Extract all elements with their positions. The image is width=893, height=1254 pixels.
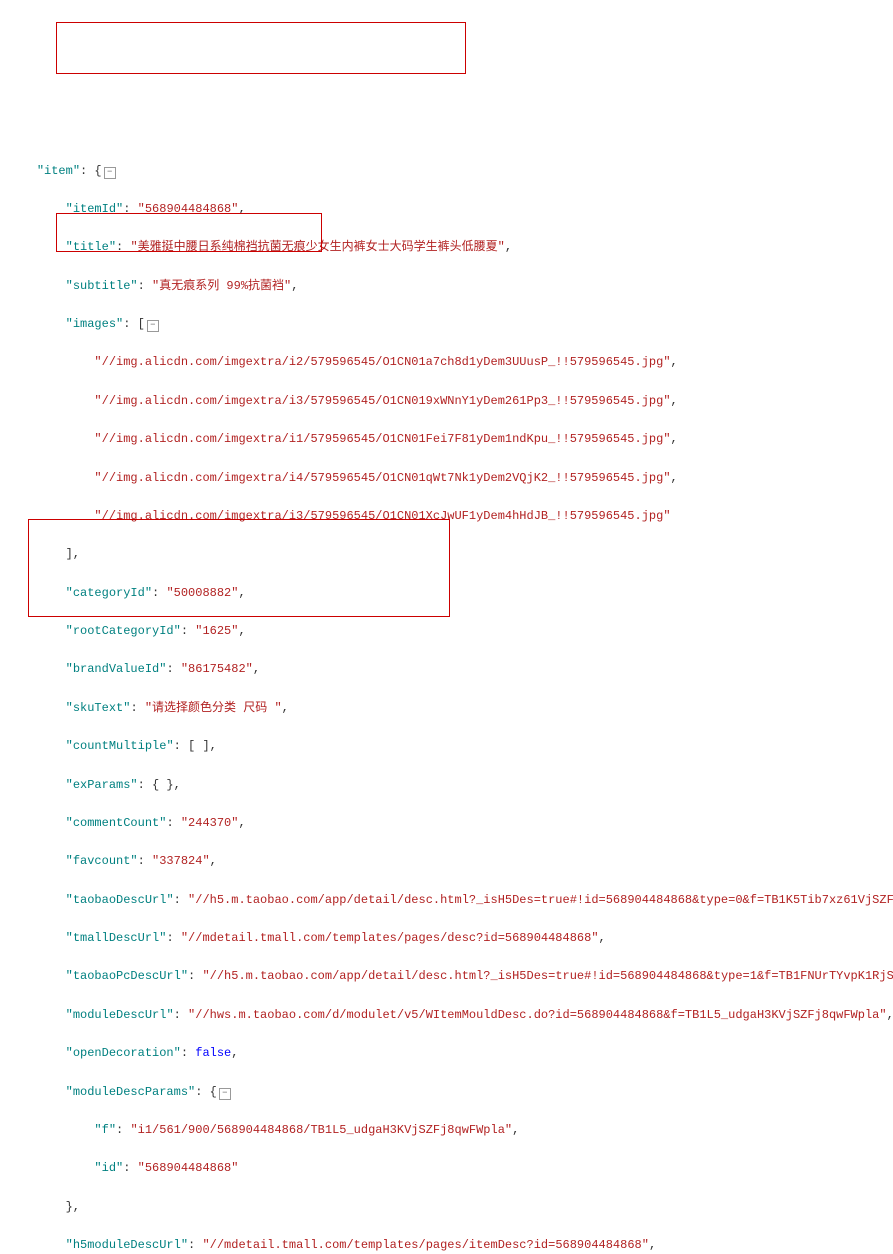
val: //img.alicdn.com/imgextra/i3/579596545/O… — [102, 394, 664, 408]
json-line: "skuText": "请选择颜色分类 尺码 ", — [8, 699, 885, 718]
key: favcount — [73, 854, 131, 868]
json-line: "itemId": "568904484868", — [8, 200, 885, 219]
json-line: "brandValueId": "86175482", — [8, 660, 885, 679]
json-line: "id": "568904484868" — [8, 1159, 885, 1178]
key: taobaoDescUrl — [73, 893, 167, 907]
json-line: ], — [8, 545, 885, 564]
val: //img.alicdn.com/imgextra/i4/579596545/O… — [102, 471, 664, 485]
json-line: }, — [8, 1198, 885, 1217]
val: i1/561/900/568904484868/TB1L5_udgaH3KVjS… — [138, 1123, 505, 1137]
val: false — [195, 1046, 231, 1060]
val: 568904484868 — [145, 1161, 231, 1175]
json-line: "images": [− — [8, 315, 885, 334]
json-line: "favcount": "337824", — [8, 852, 885, 871]
val: 86175482 — [188, 662, 246, 676]
val: //mdetail.tmall.com/templates/pages/desc… — [188, 931, 591, 945]
json-line: "//img.alicdn.com/imgextra/i3/579596545/… — [8, 392, 885, 411]
key: images — [73, 317, 116, 331]
json-line: "subtitle": "真无痕系列 99%抗菌裆", — [8, 277, 885, 296]
val: //hws.m.taobao.com/d/modulet/v5/WItemMou… — [195, 1008, 879, 1022]
json-line: "//img.alicdn.com/imgextra/i1/579596545/… — [8, 430, 885, 449]
key: subtitle — [73, 279, 131, 293]
json-line: "title": "美雅挺中腰日系纯棉裆抗菌无痕少女生内裤女士大码学生裤头低腰夏… — [8, 238, 885, 257]
json-line: "countMultiple": [ ], — [8, 737, 885, 756]
key: openDecoration — [73, 1046, 174, 1060]
json-line: "//img.alicdn.com/imgextra/i2/579596545/… — [8, 353, 885, 372]
key: exParams — [73, 778, 131, 792]
key: tmallDescUrl — [73, 931, 159, 945]
item-key: item — [44, 164, 73, 178]
val: 1625 — [202, 624, 231, 638]
key: taobaoPcDescUrl — [73, 969, 181, 983]
key: brandValueId — [73, 662, 159, 676]
val: //h5.m.taobao.com/app/detail/desc.html?_… — [210, 969, 893, 983]
val: 50008882 — [174, 586, 232, 600]
json-line: "rootCategoryId": "1625", — [8, 622, 885, 641]
val: //img.alicdn.com/imgextra/i1/579596545/O… — [102, 432, 664, 446]
json-line: "h5moduleDescUrl": "//mdetail.tmall.com/… — [8, 1236, 885, 1254]
highlight-box-1 — [56, 22, 466, 74]
collapse-icon[interactable]: − — [147, 320, 159, 332]
key: countMultiple — [73, 739, 167, 753]
key: categoryId — [73, 586, 145, 600]
json-line: "moduleDescParams": {− — [8, 1083, 885, 1102]
key: commentCount — [73, 816, 159, 830]
json-line: "categoryId": "50008882", — [8, 584, 885, 603]
json-line: "moduleDescUrl": "//hws.m.taobao.com/d/m… — [8, 1006, 885, 1025]
json-line: "exParams": { }, — [8, 776, 885, 795]
json-line: "taobaoPcDescUrl": "//h5.m.taobao.com/ap… — [8, 967, 885, 986]
val: //h5.m.taobao.com/app/detail/desc.html?_… — [195, 893, 893, 907]
key: h5moduleDescUrl — [73, 1238, 181, 1252]
key: moduleDescUrl — [73, 1008, 167, 1022]
val: 337824 — [159, 854, 202, 868]
json-line: "tmallDescUrl": "//mdetail.tmall.com/tem… — [8, 929, 885, 948]
json-line: "//img.alicdn.com/imgextra/i4/579596545/… — [8, 469, 885, 488]
val: //mdetail.tmall.com/templates/pages/item… — [210, 1238, 642, 1252]
json-line: "taobaoDescUrl": "//h5.m.taobao.com/app/… — [8, 891, 885, 910]
key: moduleDescParams — [73, 1085, 188, 1099]
key: skuText — [73, 701, 123, 715]
val: 244370 — [188, 816, 231, 830]
val: 真无痕系列 99%抗菌裆 — [159, 279, 284, 293]
key: id — [102, 1161, 116, 1175]
json-line: "//img.alicdn.com/imgextra/i3/579596545/… — [8, 507, 885, 526]
val: 568904484868 — [145, 202, 231, 216]
key: itemId — [73, 202, 116, 216]
json-line: "item": {− — [8, 162, 885, 181]
val: //img.alicdn.com/imgextra/i3/579596545/O… — [102, 509, 664, 523]
key: title — [73, 240, 109, 254]
key: rootCategoryId — [73, 624, 174, 638]
collapse-icon[interactable]: − — [104, 167, 116, 179]
collapse-icon[interactable]: − — [219, 1088, 231, 1100]
key: f — [102, 1123, 109, 1137]
json-line: "commentCount": "244370", — [8, 814, 885, 833]
val: 美雅挺中腰日系纯棉裆抗菌无痕少女生内裤女士大码学生裤头低腰夏 — [138, 240, 498, 254]
json-line: "openDecoration": false, — [8, 1044, 885, 1063]
val: //img.alicdn.com/imgextra/i2/579596545/O… — [102, 355, 664, 369]
val: 请选择颜色分类 尺码 — [152, 701, 274, 715]
json-line: "f": "i1/561/900/568904484868/TB1L5_udga… — [8, 1121, 885, 1140]
